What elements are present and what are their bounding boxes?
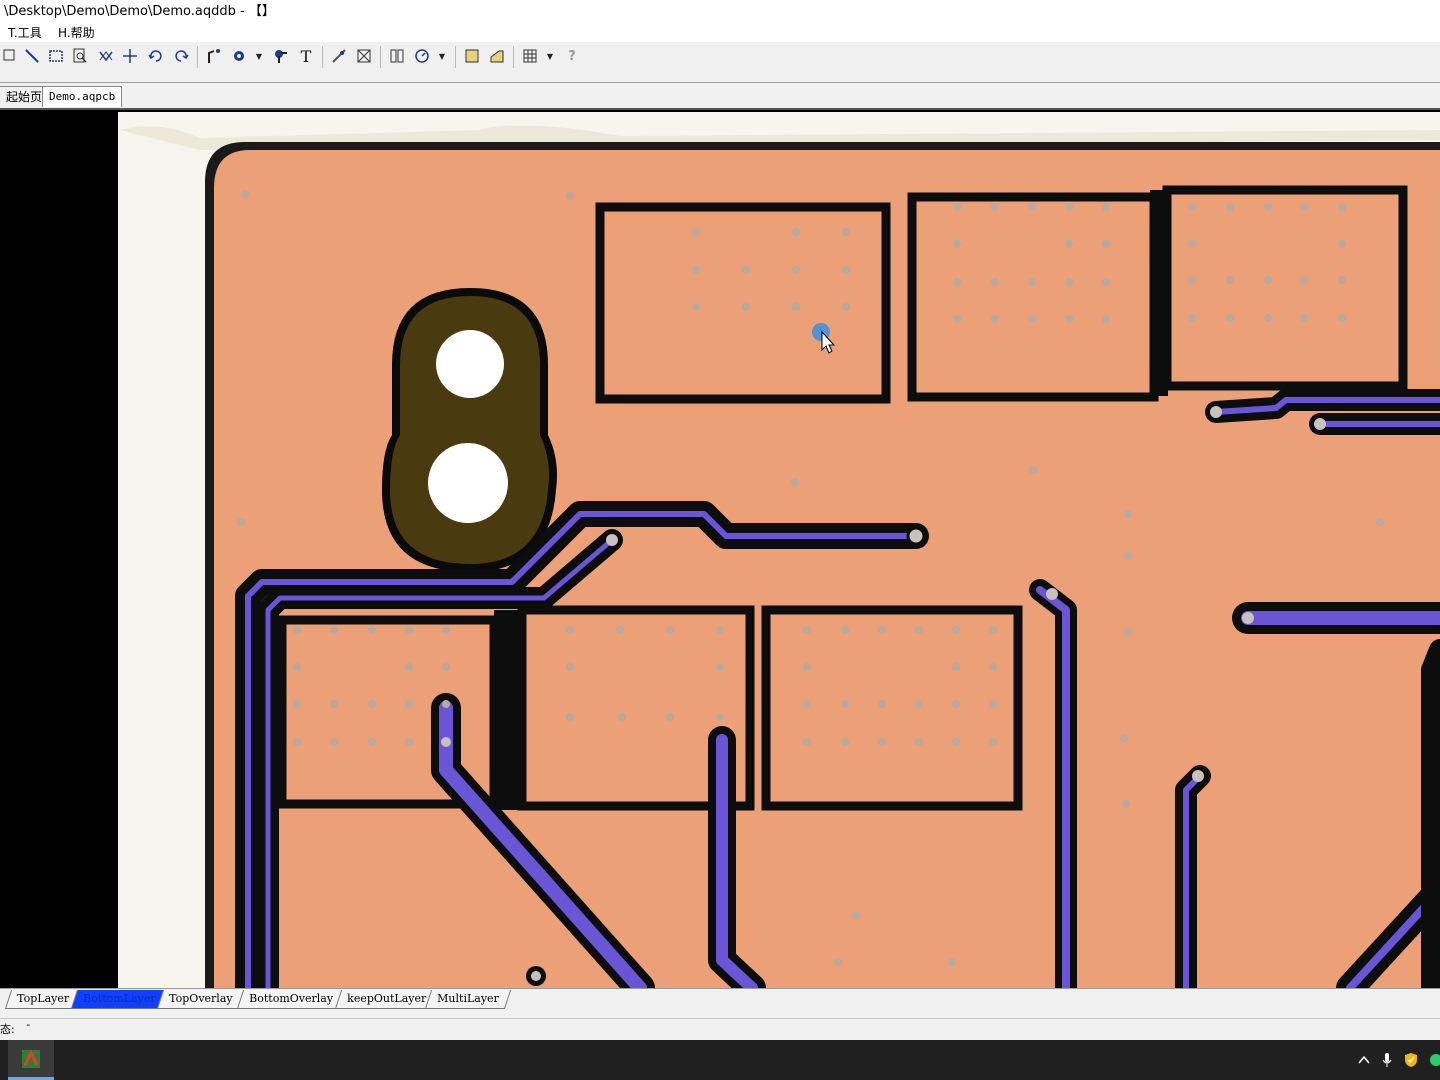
tray-chevron-up-icon[interactable] [1354, 1050, 1374, 1070]
layer-tab-label: keepOutLayer [347, 992, 427, 1005]
rotate-icon[interactable] [412, 46, 432, 66]
pad-icon[interactable] [271, 46, 291, 66]
tray-chat-icon[interactable] [1426, 1050, 1440, 1070]
rect-select-icon[interactable] [46, 46, 66, 66]
layer-tab-top-overlay[interactable]: TopOverlay [156, 990, 245, 1009]
drc-icon[interactable] [354, 46, 374, 66]
pad-gap-1 [494, 610, 518, 810]
undo-icon[interactable] [146, 46, 166, 66]
layer-tab-label: TopLayer [17, 992, 70, 1005]
move-icon[interactable] [120, 46, 140, 66]
pcb-canvas[interactable] [0, 110, 1440, 988]
grid-icon[interactable] [520, 46, 540, 66]
mounting-hole-top [436, 330, 504, 398]
redo-icon[interactable] [171, 46, 191, 66]
layer-tab-bottom-overlay[interactable]: BottomOverlay [236, 990, 345, 1009]
text-icon[interactable]: T [296, 46, 316, 66]
window-title: \Desktop\Demo\Demo\Demo.aqddb - 【】 [4, 4, 275, 19]
layer-tab-label: BottomLayer [83, 992, 156, 1005]
layer-tab-multilayer[interactable]: MultiLayer [424, 990, 511, 1009]
polygon-icon[interactable] [487, 46, 507, 66]
status-value: - [26, 1018, 31, 1031]
fill-icon[interactable] [462, 46, 482, 66]
measure-icon[interactable] [329, 46, 349, 66]
line-tool-icon[interactable] [22, 46, 42, 66]
menu-tools[interactable]: T.工具 [6, 24, 44, 42]
rotate-dropdown-icon[interactable]: ▼ [437, 50, 447, 62]
layer-tab-label: BottomOverlay [249, 992, 334, 1005]
via-icon[interactable] [229, 46, 249, 66]
help-icon[interactable]: ? [562, 46, 582, 66]
layers-icon[interactable] [387, 46, 407, 66]
layer-tab-label: MultiLayer [437, 992, 499, 1005]
layer-tab-label: TopOverlay [169, 992, 233, 1005]
grid-dropdown-icon[interactable]: ▼ [545, 50, 555, 62]
document-tabs: 起始页 Demo.aqpcb [0, 84, 1440, 110]
mounting-hole-bottom [428, 443, 508, 523]
layer-tab-keepout[interactable]: keepOutLayer [334, 990, 439, 1009]
via-dropdown-icon[interactable]: ▼ [254, 50, 264, 62]
pcb-app-icon [22, 1049, 40, 1068]
pcb-board-view[interactable] [0, 110, 1440, 988]
window-title-bar: \Desktop\Demo\Demo\Demo.aqddb - 【】 [0, 0, 1440, 24]
select-icon[interactable] [0, 46, 20, 66]
tray-shield-icon[interactable] [1401, 1050, 1421, 1070]
toolbar: ▼ T ▼ ▼ ? [0, 42, 1440, 83]
track-icon[interactable] [204, 46, 224, 66]
layer-tab-top[interactable]: TopLayer [4, 990, 82, 1009]
menu-help[interactable]: H.帮助 [56, 24, 97, 42]
trace-clearance-11 [1421, 639, 1440, 988]
tray-microphone-icon[interactable] [1377, 1050, 1397, 1070]
pad-gap-2 [1150, 190, 1168, 396]
zoom-icon[interactable] [70, 46, 90, 66]
menu-bar: T.工具 H.帮助 [0, 24, 1440, 42]
tab-demo-aqpcb[interactable]: Demo.aqpcb [42, 86, 123, 107]
status-label: 态: [0, 1023, 15, 1036]
layer-tabs: TopLayer BottomLayer TopOverlay BottomOv… [0, 988, 1440, 1011]
os-taskbar [0, 1040, 1440, 1080]
layer-tab-bottom[interactable]: BottomLayer [70, 990, 168, 1009]
swap-icon[interactable] [96, 46, 116, 66]
taskbar-app-pcb[interactable] [8, 1040, 54, 1080]
status-bar: 态: - [0, 1018, 1440, 1041]
